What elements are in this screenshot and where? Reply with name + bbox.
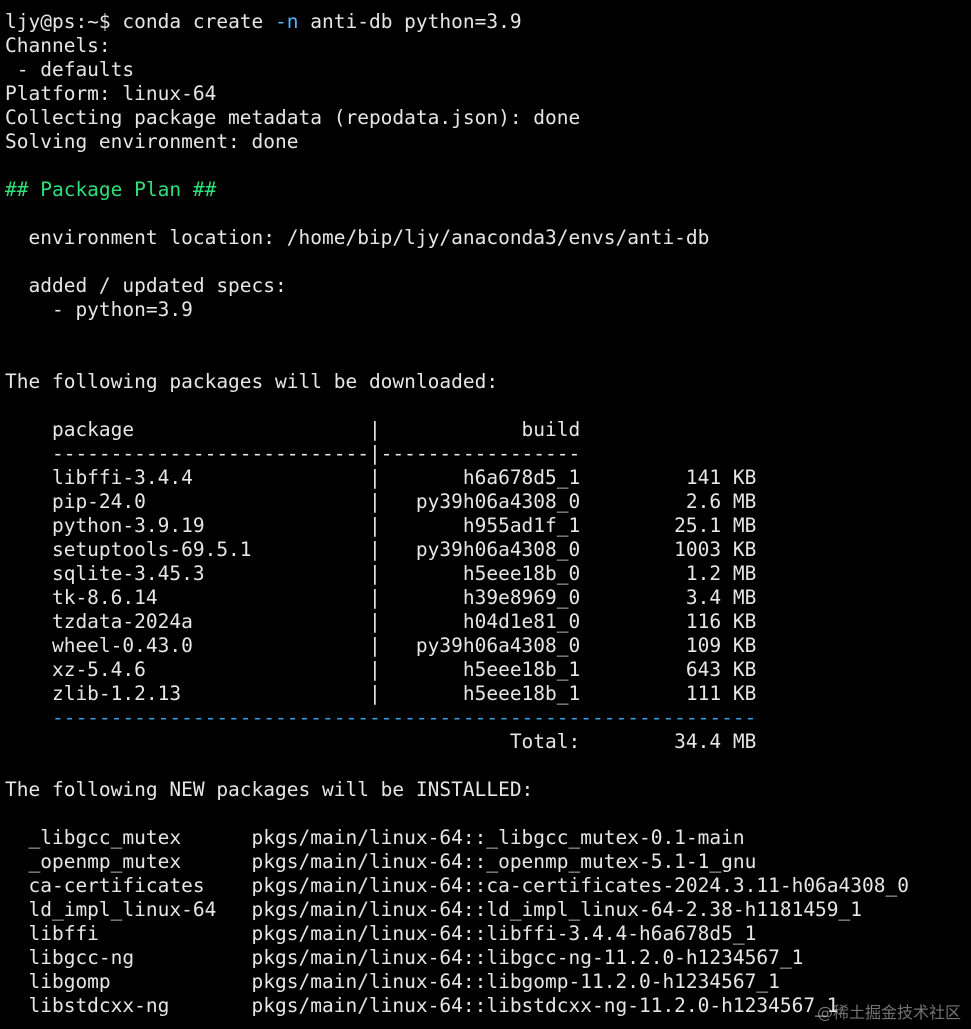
watermark: @稀土掘金技术社区 (816, 1003, 961, 1022)
output-line: pip-24.0 | py39h06a4308_0 2.6 MB (5, 490, 757, 513)
output-line: - python=3.9 (5, 298, 193, 321)
output-line: ---------------------------|------------… (5, 442, 581, 465)
output-line: libgcc-ng pkgs/main/linux-64::libgcc-ng-… (5, 946, 804, 969)
output-line: The following NEW packages will be INSTA… (5, 778, 534, 801)
terminal-window[interactable]: ljy@ps:~$ conda create -n anti-db python… (0, 0, 971, 1029)
output-line: _libgcc_mutex pkgs/main/linux-64::_libgc… (5, 826, 745, 849)
output-line: tk-8.6.14 | h39e8969_0 3.4 MB (5, 586, 757, 609)
output-line: - defaults (5, 58, 135, 81)
output-line: setuptools-69.5.1 | py39h06a4308_0 1003 … (5, 538, 757, 561)
output-line: xz-5.4.6 | h5eee18b_1 643 KB (5, 658, 757, 681)
output-line: zlib-1.2.13 | h5eee18b_1 111 KB (5, 682, 757, 705)
command-line: ljy@ps:~$ conda create -n anti-db python… (5, 10, 971, 34)
output-line: Platform: linux-64 (5, 82, 217, 105)
output-line: python-3.9.19 | h955ad1f_1 25.1 MB (5, 514, 757, 537)
output-line: added / updated specs: (5, 274, 287, 297)
output-line: Channels: (5, 34, 111, 57)
command-text: conda create (122, 10, 276, 33)
output-line: libffi pkgs/main/linux-64::libffi-3.4.4-… (5, 922, 757, 945)
shell-prompt: ljy@ps:~$ (5, 10, 123, 33)
table-separator: ----------------------------------------… (5, 706, 757, 729)
command-args: anti-db python=3.9 (298, 10, 522, 33)
output-line: tzdata-2024a | h04d1e81_0 116 KB (5, 610, 757, 633)
output-line: Solving environment: done (5, 130, 299, 153)
output-line: sqlite-3.45.3 | h5eee18b_0 1.2 MB (5, 562, 757, 585)
output-line: package | build (5, 418, 581, 441)
output-line: libgomp pkgs/main/linux-64::libgomp-11.2… (5, 970, 780, 993)
output-line: ca-certificates pkgs/main/linux-64::ca-c… (5, 874, 909, 897)
output-line: ld_impl_linux-64 pkgs/main/linux-64::ld_… (5, 898, 863, 921)
output-line: _openmp_mutex pkgs/main/linux-64::_openm… (5, 850, 757, 873)
command-flag: -n (275, 10, 299, 33)
package-plan-header: ## Package Plan ## (5, 178, 217, 201)
output-line: Total: 34.4 MB (5, 730, 757, 753)
output-line: The following packages will be downloade… (5, 370, 499, 393)
output-line: environment location: /home/bip/ljy/anac… (5, 226, 710, 249)
output-line: wheel-0.43.0 | py39h06a4308_0 109 KB (5, 634, 757, 657)
output-line: libffi-3.4.4 | h6a678d5_1 141 KB (5, 466, 757, 489)
output-line: Collecting package metadata (repodata.js… (5, 106, 581, 129)
